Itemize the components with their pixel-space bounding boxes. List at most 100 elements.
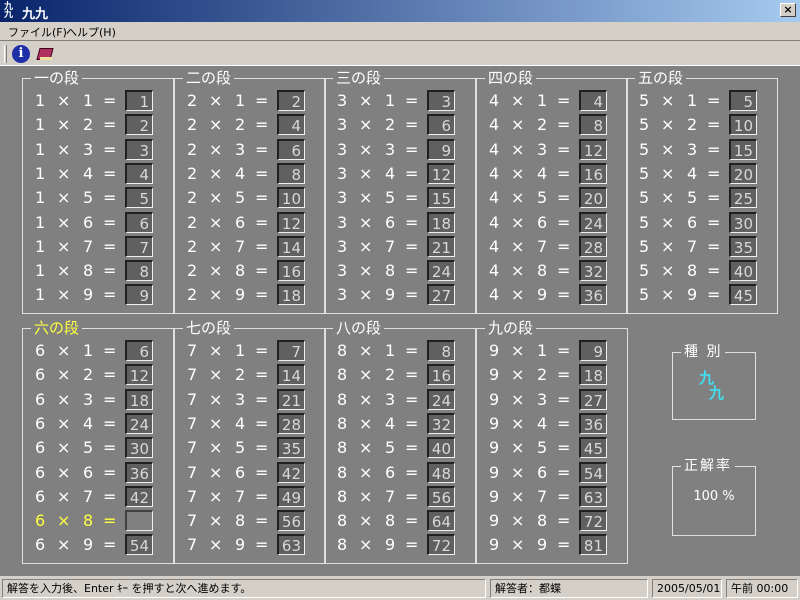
answer-field[interactable]: 54 bbox=[579, 461, 607, 483]
answer-field[interactable]: 63 bbox=[579, 485, 607, 507]
answer-field[interactable]: 12 bbox=[277, 211, 305, 233]
answer-field[interactable]: 8 bbox=[579, 114, 607, 136]
answer-field[interactable]: 12 bbox=[579, 138, 607, 160]
answer-field[interactable]: 15 bbox=[427, 187, 455, 209]
answer-field[interactable]: 6 bbox=[277, 138, 305, 160]
answer-field[interactable]: 56 bbox=[277, 510, 305, 532]
multiplicand: 4 bbox=[489, 163, 500, 183]
multiplicand: 1 bbox=[35, 236, 46, 256]
answer-field[interactable]: 40 bbox=[427, 437, 455, 459]
menu-help[interactable]: ヘルプ(H) bbox=[66, 24, 116, 40]
answer-field[interactable]: 12 bbox=[427, 162, 455, 184]
info-icon[interactable]: i bbox=[12, 45, 30, 63]
equals-sign: = bbox=[103, 341, 117, 360]
book-icon[interactable] bbox=[36, 45, 54, 63]
answer-field[interactable]: 8 bbox=[277, 162, 305, 184]
answer-field[interactable]: 20 bbox=[729, 162, 757, 184]
answer-field[interactable]: 18 bbox=[427, 211, 455, 233]
answer-field[interactable]: 72 bbox=[579, 510, 607, 532]
close-button[interactable]: × bbox=[780, 3, 796, 17]
times-sign: × bbox=[57, 188, 71, 208]
answer-field[interactable]: 27 bbox=[427, 284, 455, 306]
answer-field[interactable]: 7 bbox=[125, 235, 153, 257]
answer-field[interactable]: 20 bbox=[579, 187, 607, 209]
answer-field[interactable]: 9 bbox=[427, 138, 455, 160]
answer-field[interactable]: 4 bbox=[125, 162, 153, 184]
answer-field[interactable]: 2 bbox=[277, 90, 305, 111]
answer-field[interactable]: 2 bbox=[125, 114, 153, 136]
answer-field[interactable]: 25 bbox=[729, 187, 757, 209]
answer-field[interactable]: 6 bbox=[125, 211, 153, 233]
answer-field[interactable]: 16 bbox=[277, 260, 305, 282]
answer-field[interactable]: 18 bbox=[125, 388, 153, 410]
answer-field[interactable]: 7 bbox=[277, 340, 305, 361]
answer-field[interactable]: 28 bbox=[277, 412, 305, 434]
answer-field[interactable]: 9 bbox=[579, 340, 607, 361]
answer-field[interactable]: 36 bbox=[579, 412, 607, 434]
answer-field[interactable]: 18 bbox=[277, 284, 305, 306]
answer-field[interactable]: 30 bbox=[125, 437, 153, 459]
menu-file[interactable]: ファイル(F) bbox=[8, 24, 67, 40]
equals-sign: = bbox=[557, 115, 571, 135]
answer-field[interactable]: 6 bbox=[427, 114, 455, 136]
answer-field[interactable]: 24 bbox=[125, 412, 153, 434]
answer-field[interactable]: 10 bbox=[277, 187, 305, 209]
answer-field[interactable]: 81 bbox=[579, 534, 607, 556]
answer-input[interactable] bbox=[125, 510, 153, 532]
times-sign: × bbox=[359, 511, 373, 531]
table-row: 6 × 3 = 18 bbox=[23, 388, 173, 412]
table-row: 7 × 7 = 49 bbox=[175, 485, 325, 509]
answer-field[interactable]: 45 bbox=[579, 437, 607, 459]
table-row: 6 × 9 = 54 bbox=[23, 533, 173, 557]
answer-field[interactable]: 49 bbox=[277, 485, 305, 507]
answer-field[interactable]: 21 bbox=[427, 235, 455, 257]
answer-field[interactable]: 14 bbox=[277, 364, 305, 386]
answer-field[interactable]: 40 bbox=[729, 260, 757, 282]
answer-field[interactable]: 14 bbox=[277, 235, 305, 257]
answer-field[interactable]: 8 bbox=[125, 260, 153, 282]
answer-field[interactable]: 32 bbox=[579, 260, 607, 282]
answer-field[interactable]: 45 bbox=[729, 284, 757, 306]
answer-field[interactable]: 1 bbox=[125, 90, 153, 111]
answer-field[interactable]: 24 bbox=[427, 260, 455, 282]
answer-field[interactable]: 3 bbox=[125, 138, 153, 160]
answer-field[interactable]: 5 bbox=[125, 187, 153, 209]
answer-field[interactable]: 28 bbox=[579, 235, 607, 257]
answer-field[interactable]: 4 bbox=[579, 90, 607, 111]
answer-field[interactable]: 16 bbox=[427, 364, 455, 386]
answer-field[interactable]: 18 bbox=[579, 364, 607, 386]
multiplier: 7 bbox=[537, 486, 548, 506]
table-row: 5 × 1 = 5 bbox=[627, 89, 777, 113]
answer-field[interactable]: 35 bbox=[277, 437, 305, 459]
answer-field[interactable]: 9 bbox=[125, 284, 153, 306]
multiplicand: 8 bbox=[337, 511, 348, 531]
answer-field[interactable]: 72 bbox=[427, 534, 455, 556]
answer-field[interactable]: 10 bbox=[729, 114, 757, 136]
answer-field[interactable]: 12 bbox=[125, 364, 153, 386]
answer-field[interactable]: 36 bbox=[125, 461, 153, 483]
answer-field[interactable]: 30 bbox=[729, 211, 757, 233]
answer-field[interactable]: 56 bbox=[427, 485, 455, 507]
answer-field[interactable]: 3 bbox=[427, 90, 455, 111]
answer-field[interactable]: 42 bbox=[277, 461, 305, 483]
answer-field[interactable]: 6 bbox=[125, 340, 153, 361]
answer-field[interactable]: 54 bbox=[125, 534, 153, 556]
status-date: 2005/05/01 bbox=[652, 579, 722, 598]
answer-field[interactable]: 27 bbox=[579, 388, 607, 410]
answer-field[interactable]: 21 bbox=[277, 388, 305, 410]
answer-field[interactable]: 4 bbox=[277, 114, 305, 136]
answer-field[interactable]: 24 bbox=[579, 211, 607, 233]
answer-field[interactable]: 15 bbox=[729, 138, 757, 160]
answer-field[interactable]: 5 bbox=[729, 90, 757, 111]
answer-field[interactable]: 8 bbox=[427, 340, 455, 361]
answer-field[interactable]: 63 bbox=[277, 534, 305, 556]
answer-field[interactable]: 35 bbox=[729, 235, 757, 257]
answer-field[interactable]: 42 bbox=[125, 485, 153, 507]
answer-field[interactable]: 36 bbox=[579, 284, 607, 306]
answer-field[interactable]: 32 bbox=[427, 412, 455, 434]
multiplier: 6 bbox=[83, 212, 94, 232]
answer-field[interactable]: 16 bbox=[579, 162, 607, 184]
answer-field[interactable]: 24 bbox=[427, 388, 455, 410]
answer-field[interactable]: 48 bbox=[427, 461, 455, 483]
answer-field[interactable]: 64 bbox=[427, 510, 455, 532]
